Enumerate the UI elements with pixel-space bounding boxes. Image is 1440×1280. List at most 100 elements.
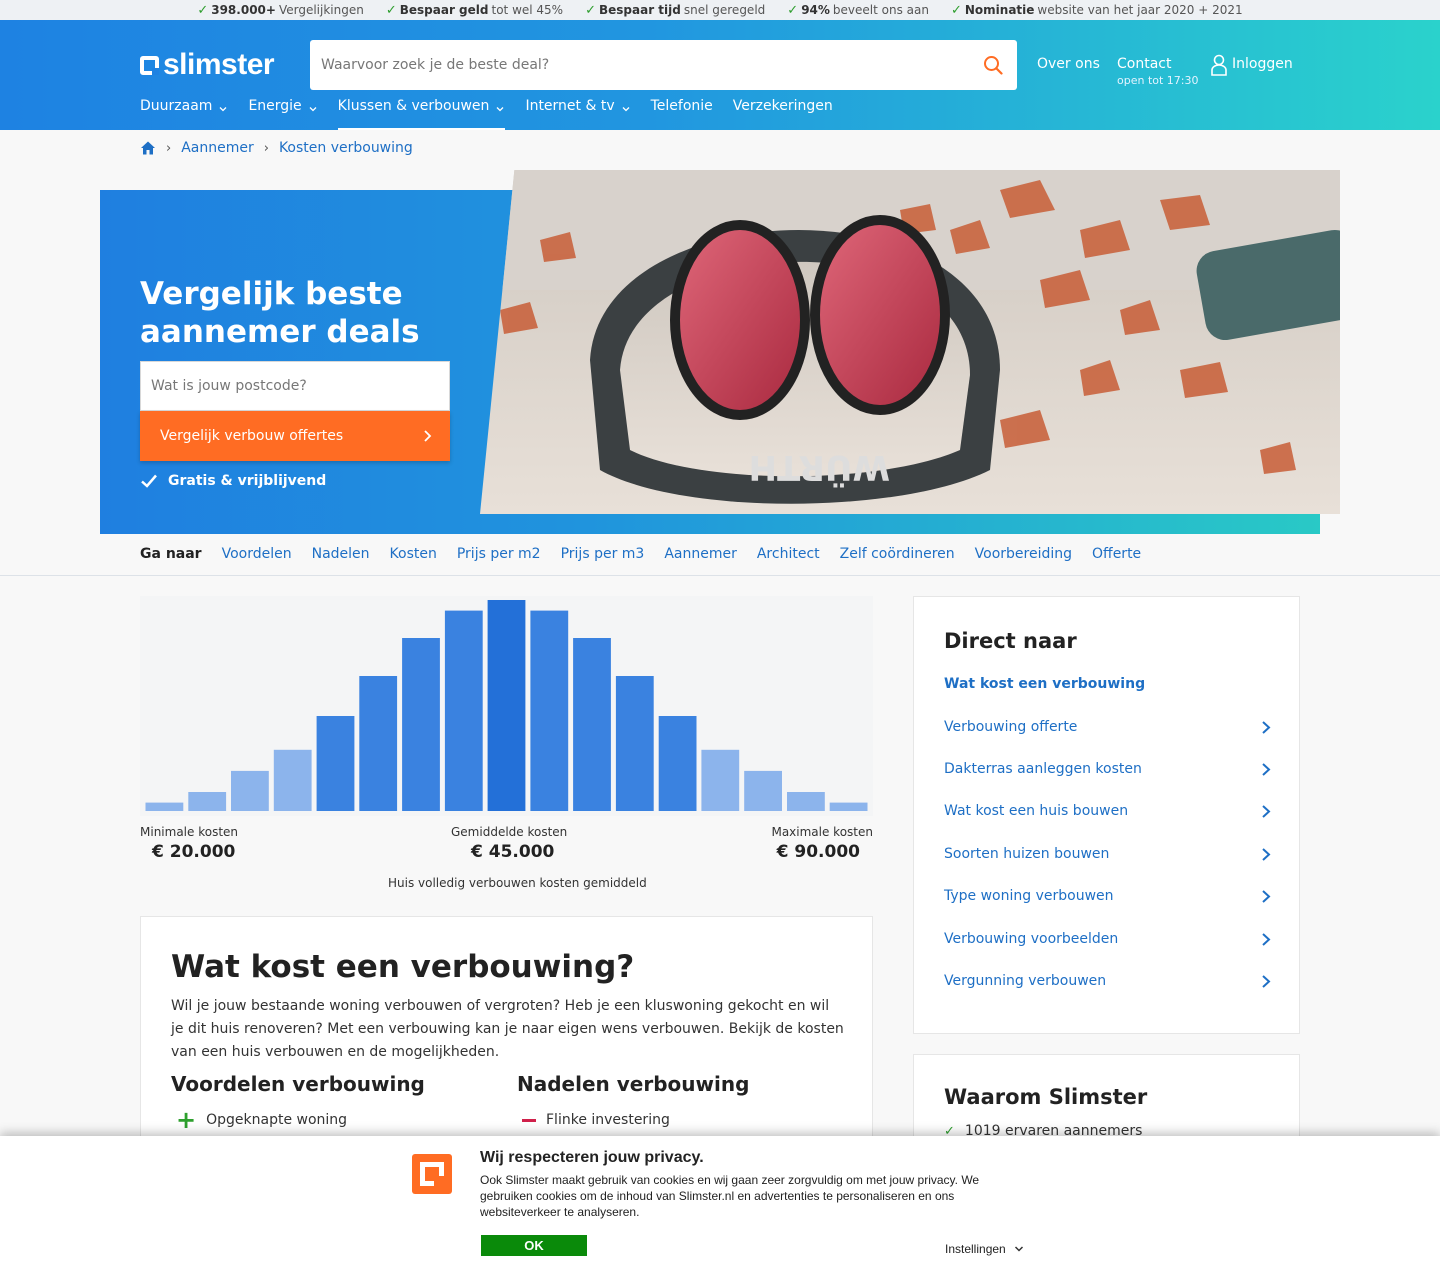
direct-naar-card: Direct naar Wat kost een verbouwing Verb… (913, 596, 1300, 1034)
sidebar-item-vergunning[interactable]: Vergunning verbouwen (944, 973, 1271, 989)
search-icon[interactable] (983, 55, 1003, 75)
max-cost-value: € 90.000 (776, 842, 860, 862)
chevron-right-icon (1262, 974, 1271, 988)
sidebar-item-active[interactable]: Wat kost een verbouwing (944, 676, 1145, 692)
main-nav: Duurzaam Energie Klussen & verbouwen Int… (140, 98, 833, 130)
ga-naar-prijs-m3[interactable]: Prijs per m3 (561, 546, 645, 562)
check-icon (141, 474, 157, 488)
sidebar-item-verbouwing-offerte[interactable]: Verbouwing offerte (944, 719, 1271, 735)
slimster-logo[interactable]: slimster (140, 48, 275, 82)
sidebar-item-dakterras[interactable]: Dakterras aanleggen kosten (944, 761, 1271, 777)
chart-bar (316, 716, 355, 811)
check-icon: ✓ (787, 2, 799, 18)
ga-naar-label: Ga naar (140, 546, 202, 562)
sidebar-item-type-woning[interactable]: Type woning verbouwen (944, 888, 1271, 904)
breadcrumb-aannemer[interactable]: Aannemer (181, 140, 254, 156)
usp-item: ✓ 94% beveelt ons aan (787, 2, 929, 18)
cost-distribution-chart: Minimale kosten € 20.000 Gemiddelde kost… (140, 596, 873, 896)
ga-naar-architect[interactable]: Architect (757, 546, 820, 562)
nav-item-duurzaam[interactable]: Duurzaam (140, 98, 228, 130)
chart-bar (402, 638, 440, 811)
chevron-right-icon (1262, 804, 1271, 818)
pros-item: + Opgeknapte woning (176, 1106, 348, 1134)
chart-bar (530, 610, 569, 811)
cookie-text: Ook Slimster maakt gebruik van cookies e… (480, 1173, 980, 1219)
article-card: Wat kost een verbouwing? Wil je jouw bes… (140, 916, 873, 1146)
waarom-slimster-title: Waarom Slimster (944, 1085, 1148, 1109)
postcode-input[interactable] (141, 362, 449, 410)
ga-naar-kosten[interactable]: Kosten (390, 546, 437, 562)
nav-item-klussen-verbouwen[interactable]: Klussen & verbouwen (337, 98, 506, 130)
chart-bar (188, 792, 227, 811)
ga-naar-voordelen[interactable]: Voordelen (222, 546, 292, 562)
contact-link[interactable]: Contact open tot 17:30 (1117, 56, 1199, 87)
sidebar-item-soorten-huizen[interactable]: Soorten huizen bouwen (944, 846, 1271, 862)
user-icon[interactable] (1210, 54, 1228, 76)
chevron-down-icon (309, 107, 317, 112)
usp-item: ✓ Bespaar geld tot wel 45% (385, 2, 564, 18)
login-link[interactable]: Inloggen (1232, 56, 1293, 72)
nav-item-internet-tv[interactable]: Internet & tv (525, 98, 630, 130)
chevron-right-icon (424, 430, 432, 442)
cost-chart-svg (140, 596, 873, 816)
chart-bar (231, 770, 269, 811)
cookie-settings-button[interactable]: Instellingen (945, 1242, 1024, 1256)
chart-bar (145, 802, 184, 811)
chevron-down-icon (496, 107, 504, 112)
cookie-banner: Wij respecteren jouw privacy. Ook Slimst… (0, 1136, 1440, 1280)
article-title: Wat kost een verbouwing? (171, 949, 635, 985)
chevron-right-icon (1262, 932, 1271, 946)
ga-naar-zelf-coordineren[interactable]: Zelf coördineren (840, 546, 955, 562)
chevron-down-icon (1014, 1246, 1023, 1252)
chart-bar (744, 770, 782, 811)
chart-bar (273, 749, 312, 811)
avg-cost-label: Gemiddelde kosten (451, 825, 568, 839)
nav-item-telefonie[interactable]: Telefonie (651, 98, 713, 130)
chart-bar (658, 716, 697, 811)
cookie-title: Wij respecteren jouw privacy. (480, 1149, 704, 1166)
check-icon: ✓ (950, 2, 962, 18)
ga-naar-offerte[interactable]: Offerte (1092, 546, 1141, 562)
usp-item: ✓ Bespaar tijd snel geregeld (585, 2, 766, 18)
chevron-right-icon: › (166, 140, 172, 156)
ga-naar-voorbereiding[interactable]: Voorbereiding (975, 546, 1072, 562)
usp-item: ✓ Nominatie website van het jaar 2020 + 20… (950, 2, 1243, 18)
usp-bar: ✓ 398.000+ Vergelijkingen ✓ Bespaar geld tot… (0, 0, 1440, 20)
sidebar-item-huis-bouwen[interactable]: Wat kost een huis bouwen (944, 803, 1271, 819)
ga-naar-aannemer[interactable]: Aannemer (664, 546, 737, 562)
ga-naar-bar: Ga naar Voordelen Nadelen Kosten Prijs p… (0, 534, 1440, 576)
chart-bar (444, 610, 483, 811)
min-cost-label: Minimale kosten (140, 825, 239, 839)
chart-bar (829, 802, 868, 811)
postcode-box (140, 361, 450, 411)
nav-item-energie[interactable]: Energie (248, 98, 317, 130)
hero-image-ear-defenders: WÜRTH (480, 170, 1340, 514)
ga-naar-nadelen[interactable]: Nadelen (312, 546, 370, 562)
free-badge: Gratis & vrijblijvend (140, 473, 326, 489)
home-icon[interactable] (140, 140, 156, 156)
direct-naar-title: Direct naar (944, 629, 1077, 653)
logo-mark-icon (140, 55, 159, 75)
compare-offers-button[interactable]: Vergelijk verbouw offertes (140, 411, 450, 461)
ga-naar-prijs-m2[interactable]: Prijs per m2 (457, 546, 541, 562)
nav-item-verzekeringen[interactable]: Verzekeringen (733, 98, 833, 130)
minus-icon (522, 1118, 536, 1122)
breadcrumb-kosten-verbouwing[interactable]: Kosten verbouwing (279, 140, 413, 156)
check-icon: ✓ (197, 2, 209, 18)
chevron-right-icon (1262, 720, 1271, 734)
chevron-down-icon (622, 107, 630, 112)
chevron-right-icon (1262, 889, 1271, 903)
chart-bar (573, 638, 611, 811)
svg-text:WÜRTH: WÜRTH (749, 447, 890, 488)
cons-title: Nadelen verbouwing (517, 1072, 750, 1096)
about-link[interactable]: Over ons (1037, 56, 1100, 72)
cons-item: Flinke investering (522, 1112, 670, 1128)
chart-caption: Huis volledig verbouwen kosten gemiddeld (388, 876, 647, 890)
search-input[interactable] (310, 40, 950, 90)
site-header: slimster Over ons Contact open tot 17:30… (0, 20, 1440, 130)
check-icon: ✓ (385, 2, 397, 18)
breadcrumb: › Aannemer › Kosten verbouwing (140, 140, 413, 156)
sidebar-item-voorbeelden[interactable]: Verbouwing voorbeelden (944, 931, 1271, 947)
slimster-logo-icon (412, 1154, 452, 1194)
cookie-ok-button[interactable]: OK (481, 1235, 587, 1256)
